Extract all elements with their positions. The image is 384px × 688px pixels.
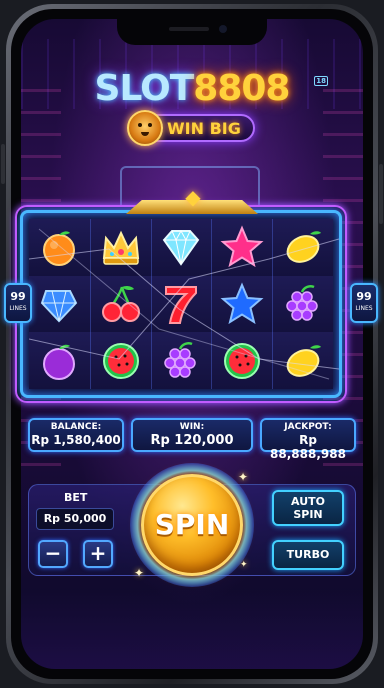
- diamond-icon: [163, 230, 200, 267]
- phone-notch: [117, 19, 267, 45]
- reel-cell: [29, 275, 90, 333]
- speaker-grille: [169, 27, 209, 31]
- reel-cell: [89, 219, 151, 276]
- orange-icon: [43, 231, 76, 267]
- volume-button: [1, 144, 5, 184]
- lemon-icon: [286, 344, 322, 377]
- lines-label: LINES: [355, 305, 373, 312]
- lines-label: LINES: [9, 305, 27, 312]
- reel-grid: [29, 219, 333, 389]
- reel-cell: [211, 219, 273, 276]
- turbo-button[interactable]: TURBO: [272, 540, 344, 570]
- tiger-icon: [127, 110, 163, 146]
- reel-cell: [211, 275, 273, 333]
- reel-cell: [272, 219, 333, 276]
- bet-label: BET: [64, 491, 88, 504]
- reel-cell: [150, 219, 212, 276]
- sparkle-icon: ✦: [238, 470, 249, 484]
- lines-indicator-left: 99 LINES: [4, 283, 32, 323]
- lemon-icon: [286, 231, 322, 264]
- auto-spin-label-line1: AUTO: [291, 495, 325, 508]
- lines-count: 99: [10, 290, 26, 303]
- camera-icon: [219, 25, 227, 33]
- reel-cell: [150, 275, 212, 333]
- watermelon-icon: [102, 342, 139, 379]
- star-icon: [220, 225, 264, 268]
- grapes-icon: [286, 284, 318, 321]
- auto-spin-label-line2: SPIN: [293, 508, 323, 521]
- win-big-banner: WIN BIG: [127, 110, 255, 146]
- sparkle-icon: ✦: [240, 560, 248, 570]
- reel-cell: [29, 219, 90, 276]
- watermelon-icon: [224, 342, 261, 379]
- decrease-bet-button[interactable]: −: [38, 540, 68, 568]
- cherry-icon: [101, 285, 140, 322]
- balance-display: BALANCE: Rp 1,580,400: [28, 418, 124, 452]
- game-logo: SLOT8808 18: [0, 68, 384, 109]
- win-big-text: WIN BIG: [167, 119, 241, 138]
- plum-icon: [43, 344, 76, 380]
- increase-bet-button[interactable]: +: [83, 540, 113, 568]
- lines-indicator-right: 99 LINES: [350, 283, 378, 323]
- grapes-icon: [164, 341, 197, 378]
- spin-button[interactable]: SPIN: [141, 474, 243, 576]
- reel-cell: [29, 332, 90, 389]
- seven-icon: [165, 285, 198, 324]
- jackpot-label: JACKPOT:: [284, 422, 332, 432]
- crown-icon: [102, 230, 139, 266]
- floor-glow: [21, 589, 363, 669]
- auto-spin-button[interactable]: AUTO SPIN: [272, 490, 344, 526]
- win-display: WIN: Rp 120,000: [131, 418, 253, 452]
- bet-amount-field[interactable]: Rp 50,000: [36, 508, 114, 530]
- lines-count: 99: [356, 290, 372, 303]
- gold-diamond-icon: ◆: [185, 185, 201, 209]
- logo-number-text: 8808: [193, 68, 290, 109]
- balance-label: BALANCE:: [50, 422, 102, 432]
- jackpot-value: Rp 88,888,988: [270, 433, 346, 461]
- reel-cell: [272, 332, 333, 389]
- jackpot-display: JACKPOT: Rp 88,888,988: [260, 418, 356, 461]
- logo-slot-text: SLOT: [94, 68, 195, 109]
- power-button: [379, 164, 383, 224]
- win-value: Rp 120,000: [150, 433, 234, 448]
- balance-value: Rp 1,580,400: [31, 433, 121, 447]
- reel-cell: [89, 332, 151, 389]
- reel-cell: [89, 275, 151, 333]
- sparkle-icon: ✦: [134, 566, 145, 580]
- reel-cell: [272, 275, 333, 333]
- reel-cell: [150, 332, 212, 389]
- reel-cell: [211, 332, 273, 389]
- gem-icon: [41, 289, 78, 323]
- star-icon: [220, 282, 264, 325]
- win-label: WIN:: [179, 422, 205, 432]
- age-rating-badge: 18: [314, 76, 328, 86]
- reel-frame: [15, 205, 347, 403]
